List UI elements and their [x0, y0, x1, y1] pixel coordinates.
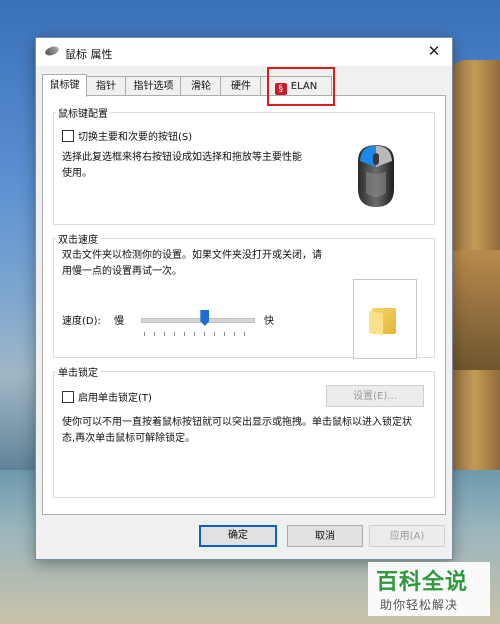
- speed-label: 速度(D):: [62, 316, 101, 327]
- apply-button[interactable]: 应用(A): [369, 525, 445, 547]
- speed-slider-thumb[interactable]: [200, 310, 210, 326]
- elan-tab-highlight-box: [267, 67, 335, 106]
- mouse-icon: [44, 44, 60, 58]
- double-click-legend: 双击速度: [58, 235, 98, 246]
- cancel-button[interactable]: 取消: [287, 525, 363, 547]
- click-lock-legend: 单击锁定: [58, 368, 98, 379]
- ok-button[interactable]: 确定: [199, 525, 277, 547]
- test-folder-area[interactable]: [353, 279, 417, 359]
- click-lock-label: 启用单击锁定(T): [78, 393, 152, 404]
- tab-wheel[interactable]: 滑轮: [180, 76, 222, 96]
- slow-label: 慢: [114, 316, 124, 327]
- folder-icon[interactable]: [372, 308, 396, 334]
- button-config-description: 选择此复选框来将右按钮设成如选择和拖放等主要性能使用。: [62, 152, 302, 179]
- mouse-properties-dialog: 鼠标 属性 ✕ 鼠标键 指针 指针选项 滑轮 硬件 § ELAN 鼠标键配置 切换…: [35, 37, 453, 560]
- tab-pointers[interactable]: 指针: [85, 76, 127, 96]
- title-bar[interactable]: 鼠标 属性 ✕: [36, 38, 452, 66]
- tab-panel: 鼠标键配置 切换主要和次要的按钮(S) 选择此复选框来将右按钮设成如选择和拖放等…: [42, 95, 446, 515]
- click-lock-description: 使你可以不用一直按着鼠标按钮就可以突出显示或拖拽。单击鼠标以进入锁定状态,再次单…: [62, 417, 412, 444]
- switch-buttons-checkbox[interactable]: 切换主要和次要的按钮(S): [62, 128, 192, 143]
- click-lock-checkbox[interactable]: 启用单击锁定(T): [62, 389, 152, 404]
- button-config-group: 鼠标键配置 切换主要和次要的按钮(S) 选择此复选框来将右按钮设成如选择和拖放等…: [53, 105, 435, 225]
- double-click-description: 双击文件夹以检测你的设置。如果文件夹没打开或关闭，请用慢一点的设置再试一次。: [62, 250, 322, 277]
- watermark-subtitle: 助你轻松解决: [380, 598, 459, 612]
- watermark-title: 百科全说: [376, 570, 469, 595]
- button-config-legend: 鼠标键配置: [58, 109, 108, 120]
- window-title: 鼠标 属性: [65, 48, 113, 61]
- fast-label: 快: [264, 316, 274, 327]
- click-lock-settings-button[interactable]: 设置(E)...: [326, 385, 424, 407]
- switch-buttons-label: 切换主要和次要的按钮(S): [78, 132, 193, 143]
- watermark: 百科全说 助你轻松解决: [368, 562, 490, 616]
- speed-slider-track[interactable]: [141, 318, 255, 323]
- checkbox-box[interactable]: [62, 130, 74, 142]
- mouse-image: [358, 145, 394, 207]
- close-button[interactable]: ✕: [424, 41, 444, 61]
- double-click-group: 双击速度 双击文件夹以检测你的设置。如果文件夹没打开或关闭，请用慢一点的设置再试…: [53, 231, 435, 359]
- click-lock-group: 单击锁定 启用单击锁定(T) 设置(E)... 使你可以不用一直按着鼠标按钮就可…: [53, 364, 435, 498]
- tab-pointer-options[interactable]: 指针选项: [125, 76, 182, 96]
- slider-ticks: [144, 332, 254, 336]
- checkbox-box[interactable]: [62, 391, 74, 403]
- tab-hardware[interactable]: 硬件: [220, 76, 262, 96]
- tab-buttons[interactable]: 鼠标键: [42, 74, 87, 97]
